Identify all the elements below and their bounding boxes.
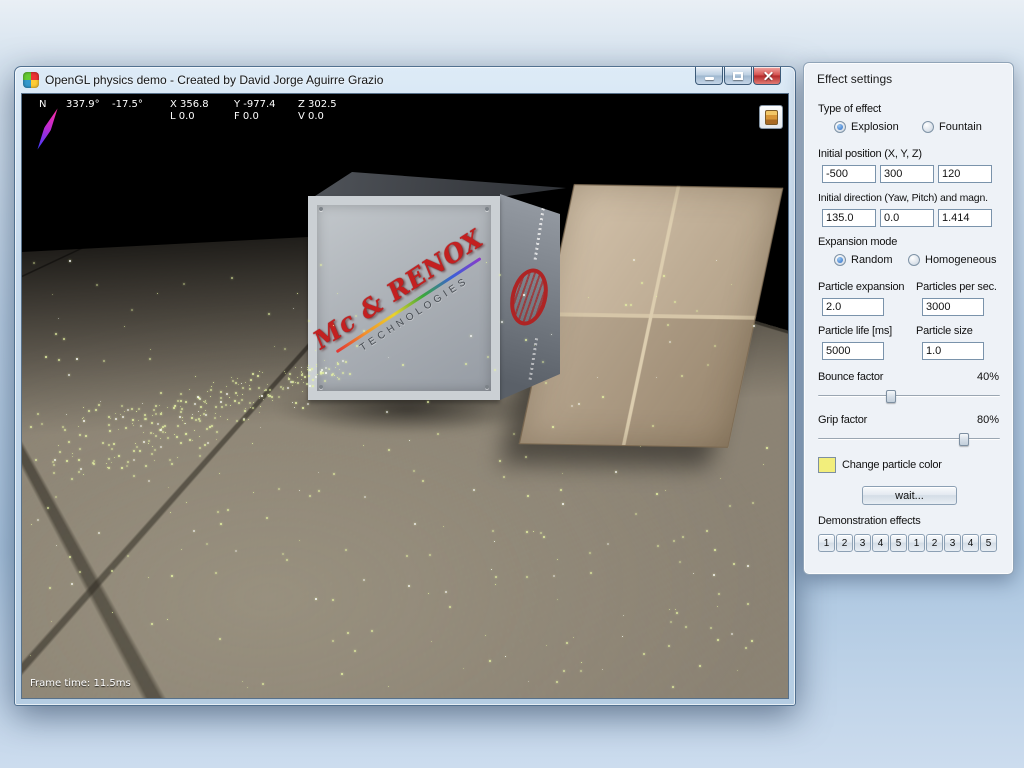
- demo-effect-button-1[interactable]: 1: [818, 534, 835, 552]
- bounce-factor-value: 40%: [976, 371, 999, 383]
- wait-button[interactable]: wait...: [862, 486, 957, 505]
- demo-effect-button-7[interactable]: 2: [926, 534, 943, 552]
- initial-x-field[interactable]: [822, 165, 876, 183]
- demo-effects-label: Demonstration effects: [818, 515, 921, 527]
- demo-effect-button-10[interactable]: 5: [980, 534, 997, 552]
- hud-overlay: N 337.9° -17.5° X 356.8 L 0.0 Y -977.4 F…: [22, 94, 788, 128]
- hud-x: X 356.8: [170, 99, 209, 110]
- initial-y-field[interactable]: [880, 165, 934, 183]
- bounce-factor-label: Bounce factor: [818, 371, 884, 383]
- initial-position-label: Initial position (X, Y, Z): [818, 148, 922, 160]
- grip-slider-thumb[interactable]: [958, 433, 969, 446]
- hud-l: L 0.0: [170, 111, 195, 122]
- demo-effect-button-9[interactable]: 4: [962, 534, 979, 552]
- crate-front-face: Mc & RENOX TECHNOLOGIES: [308, 196, 500, 400]
- minimize-icon: [704, 77, 714, 80]
- crate-brand-text: Mc & RENOX: [308, 223, 489, 355]
- particles-per-sec-label: Particles per sec.: [916, 281, 997, 293]
- crate-logo-oval: [504, 264, 554, 330]
- hud-pitch: -17.5°: [112, 99, 143, 110]
- radio-explosion-circle[interactable]: [834, 121, 846, 133]
- grip-factor-label: Grip factor: [818, 414, 868, 426]
- yaw-field[interactable]: [822, 209, 876, 227]
- bounce-slider[interactable]: [818, 390, 1000, 403]
- pitch-field[interactable]: [880, 209, 934, 227]
- particle-color-swatch[interactable]: [818, 457, 836, 473]
- expansion-mode-label: Expansion mode: [818, 236, 898, 248]
- particle-expansion-field[interactable]: [822, 298, 884, 316]
- magnitude-field[interactable]: [938, 209, 992, 227]
- minimize-button[interactable]: [695, 67, 723, 85]
- panel-title: Effect settings: [817, 72, 893, 86]
- maximize-button[interactable]: [724, 67, 752, 85]
- viewport-corner-button[interactable]: [759, 105, 783, 129]
- close-button[interactable]: [753, 67, 781, 85]
- demo-effect-button-3[interactable]: 3: [854, 534, 871, 552]
- type-of-effect-label: Type of effect: [818, 103, 882, 115]
- particle-size-field[interactable]: [922, 342, 984, 360]
- hud-heading: 337.9°: [66, 99, 100, 110]
- window-controls: [695, 67, 781, 85]
- particle-expansion-label: Particle expansion: [818, 281, 905, 293]
- compass-icon: [32, 106, 62, 152]
- demo-effect-button-5[interactable]: 5: [890, 534, 907, 552]
- hud-y: Y -977.4: [234, 99, 276, 110]
- window-title: OpenGL physics demo - Created by David J…: [45, 73, 384, 87]
- change-color-label: Change particle color: [842, 459, 942, 471]
- grip-factor-value: 80%: [976, 414, 999, 426]
- particle-life-label: Particle life [ms]: [818, 325, 893, 337]
- hud-f: F 0.0: [234, 111, 259, 122]
- demo-effect-button-4[interactable]: 4: [872, 534, 889, 552]
- particle-life-field[interactable]: [822, 342, 884, 360]
- particle-size-label: Particle size: [916, 325, 973, 337]
- app-icon: [23, 72, 39, 88]
- maximize-icon: [733, 71, 743, 80]
- bounce-slider-thumb[interactable]: [885, 390, 896, 403]
- particles-per-sec-field[interactable]: [922, 298, 984, 316]
- radio-fountain[interactable]: Fountain: [922, 121, 982, 133]
- demo-effect-button-8[interactable]: 3: [944, 534, 961, 552]
- opengl-viewport[interactable]: Mc & RENOX TECHNOLOGIES N 337.9° -17.5° …: [21, 93, 789, 699]
- texture-icon: [764, 109, 778, 125]
- radio-fountain-circle[interactable]: [922, 121, 934, 133]
- hud-v: V 0.0: [298, 111, 324, 122]
- demo-buttons-strip: 1234512345: [818, 534, 997, 552]
- demo-effect-button-2[interactable]: 2: [836, 534, 853, 552]
- crate-branding: Mc & RENOX TECHNOLOGIES: [290, 212, 519, 385]
- initial-direction-label: Initial direction (Yaw, Pitch) and magn.: [818, 192, 988, 204]
- desktop: OpenGL physics demo - Created by David J…: [0, 0, 1024, 768]
- radio-homogeneous[interactable]: Homogeneous: [908, 254, 997, 266]
- initial-z-field[interactable]: [938, 165, 992, 183]
- crate-side-face: [500, 194, 560, 400]
- radio-random[interactable]: Random: [834, 254, 893, 266]
- radio-explosion[interactable]: Explosion: [834, 121, 899, 133]
- main-window: OpenGL physics demo - Created by David J…: [14, 66, 796, 706]
- radio-random-circle[interactable]: [834, 254, 846, 266]
- titlebar[interactable]: OpenGL physics demo - Created by David J…: [15, 67, 795, 93]
- radio-homogeneous-circle[interactable]: [908, 254, 920, 266]
- demo-effect-button-6[interactable]: 1: [908, 534, 925, 552]
- effect-settings-panel: Effect settings Type of effect Explosion…: [803, 62, 1014, 575]
- frame-time-label: Frame time: 11.5ms: [30, 678, 131, 689]
- hud-z: Z 302.5: [298, 99, 337, 110]
- grip-slider[interactable]: [818, 433, 1000, 446]
